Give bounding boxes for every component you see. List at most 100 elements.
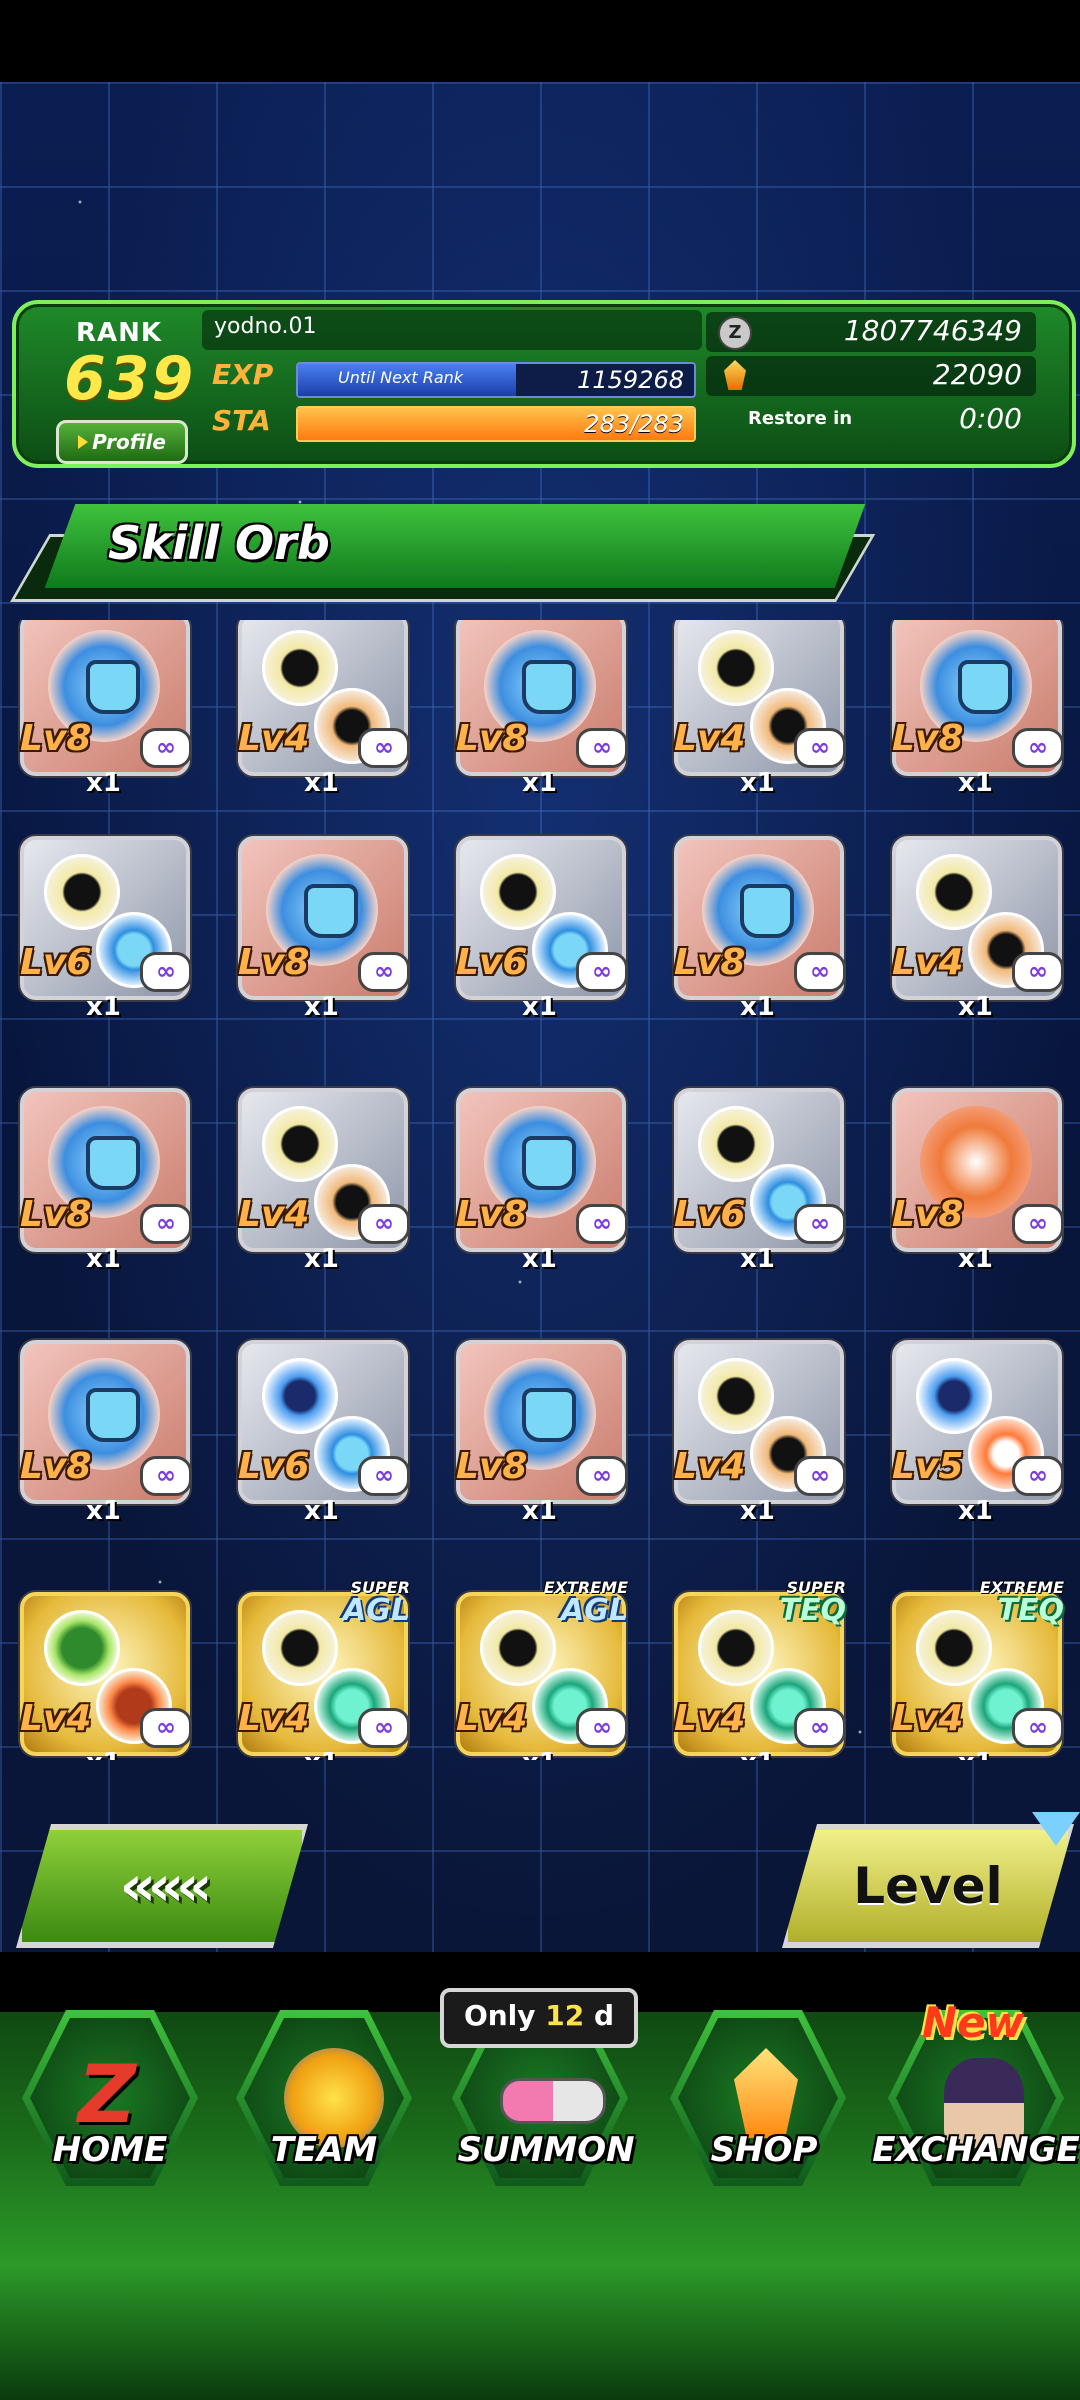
skill-orb-item[interactable]: Lv6 ∞ x1 xyxy=(234,1336,410,1526)
level-sort-button[interactable]: Level xyxy=(782,1824,1074,1948)
skill-orb-item[interactable]: Lv5 ∞ x1 xyxy=(888,1336,1064,1526)
fist-icon xyxy=(262,630,338,706)
fist-icon xyxy=(262,1610,338,1686)
shop-label: SHOP xyxy=(710,2130,818,2170)
orb-level: Lv8 xyxy=(20,718,92,759)
runner-icon xyxy=(916,1358,992,1434)
skill-orb-item[interactable]: Lv4 ∞ x1 xyxy=(670,620,846,798)
infinity-icon: ∞ xyxy=(794,1456,846,1496)
dragon-stone-icon xyxy=(724,360,746,390)
orb-quantity: x1 xyxy=(740,768,775,798)
username: yodno.01 xyxy=(214,314,317,339)
skill-orb-item[interactable]: SUPERAGL Lv4 ∞ x1 xyxy=(234,1578,410,1760)
summon-label: SUMMON xyxy=(457,2130,635,2170)
fist-icon xyxy=(698,630,774,706)
orb-quantity: x1 xyxy=(86,992,121,1022)
infinity-icon: ∞ xyxy=(358,728,410,768)
skill-orb-item[interactable]: Lv8 ∞ x1 xyxy=(16,1084,192,1274)
skill-orb-item[interactable]: Lv4 ∞ x1 xyxy=(234,1084,410,1274)
skill-orb-item[interactable]: EXTREMEAGL Lv4 ∞ x1 xyxy=(452,1578,628,1760)
skill-orb-item[interactable]: Lv8 ∞ x1 xyxy=(888,1084,1064,1274)
skill-orb-item[interactable]: Lv4 ∞ x1 xyxy=(234,620,410,798)
infinity-icon: ∞ xyxy=(1012,1708,1064,1748)
infinity-icon: ∞ xyxy=(1012,1456,1064,1496)
sort-direction-icon[interactable] xyxy=(1032,1812,1080,1846)
infinity-icon: ∞ xyxy=(1012,1204,1064,1244)
orb-quantity: x1 xyxy=(522,1496,557,1526)
gauntlet-icon xyxy=(522,660,576,714)
back-button[interactable]: ««« xyxy=(16,1824,308,1948)
skill-orb-item[interactable]: Lv8 ∞ x1 xyxy=(452,1084,628,1274)
restore-time: 0:00 xyxy=(959,402,1022,435)
orb-quantity: x1 xyxy=(86,768,121,798)
infinity-icon: ∞ xyxy=(140,728,192,768)
stamina-value: 283/283 xyxy=(584,410,684,438)
infinity-icon: ∞ xyxy=(576,952,628,992)
orb-quantity: x1 xyxy=(740,1748,775,1760)
orb-level: Lv8 xyxy=(892,718,964,759)
profile-button[interactable]: Profile xyxy=(56,420,188,464)
skill-orb-item[interactable]: Lv6 ∞ x1 xyxy=(16,832,192,1022)
only-days: 12 xyxy=(545,1999,585,2032)
orb-quantity: x1 xyxy=(86,1244,121,1274)
skill-orb-item[interactable]: Lv6 ∞ x1 xyxy=(670,1084,846,1274)
infinity-icon: ∞ xyxy=(358,952,410,992)
fist-icon xyxy=(44,854,120,930)
page-title: Skill Orb xyxy=(108,516,330,570)
zeni-row: Z 1807746349 xyxy=(706,312,1036,352)
type-tag: SUPER TEQ xyxy=(779,1578,846,1628)
only-suffix: d xyxy=(594,1999,615,2032)
orb-level: Lv4 xyxy=(456,1698,528,1739)
back-arrows: ««« xyxy=(119,1853,212,1919)
orb-quantity: x1 xyxy=(304,1496,339,1526)
infinity-icon: ∞ xyxy=(358,1456,410,1496)
exp-value: 1159268 xyxy=(577,366,684,394)
skill-orb-item[interactable]: Lv8 ∞ x1 xyxy=(670,832,846,1022)
type-tag-type: AGL xyxy=(343,1593,410,1628)
skill-orb-item[interactable]: Lv8 ∞ x1 xyxy=(452,1336,628,1526)
orb-level: Lv4 xyxy=(892,942,964,983)
type-tag-type: TEQ xyxy=(997,1593,1064,1628)
orb-level: Lv6 xyxy=(238,1446,310,1487)
orb-level: Lv8 xyxy=(674,942,746,983)
skill-orb-item[interactable]: Lv8 ∞ x1 xyxy=(452,620,628,798)
orb-quantity: x1 xyxy=(522,992,557,1022)
type-tag-type: AGL xyxy=(561,1593,628,1628)
skill-orb-item[interactable]: Lv4 ∞ x1 xyxy=(16,1588,192,1760)
skill-orb-item[interactable]: Lv8 ∞ x1 xyxy=(888,620,1064,798)
skill-orb-item[interactable]: EXTREMETEQ Lv4 ∞ x1 xyxy=(888,1578,1064,1760)
orb-quantity: x1 xyxy=(86,1496,121,1526)
skill-orb-item[interactable]: Lv8 ∞ x1 xyxy=(16,1336,192,1526)
orb-quantity: x1 xyxy=(740,1496,775,1526)
skill-orb-item[interactable]: Lv8 ∞ x1 xyxy=(16,620,192,798)
orb-level: Lv8 xyxy=(20,1446,92,1487)
gauntlet-icon xyxy=(86,1388,140,1442)
orb-quantity: x1 xyxy=(522,1748,557,1760)
rank-value: 639 xyxy=(64,344,196,414)
orb-level: Lv8 xyxy=(456,1194,528,1235)
orb-quantity: x1 xyxy=(740,1244,775,1274)
infinity-icon: ∞ xyxy=(794,1708,846,1748)
username-box: yodno.01 xyxy=(202,310,702,350)
gauntlet-icon xyxy=(522,1388,576,1442)
skill-orb-item[interactable]: Lv8 ∞ x1 xyxy=(234,832,410,1022)
skill-orb-item[interactable]: Lv6 ∞ x1 xyxy=(452,832,628,1022)
player-status-panel: RANK 639 Profile yodno.01 EXP Until Next… xyxy=(12,300,1076,468)
skill-orb-item[interactable]: SUPERTEQ Lv4 ∞ x1 xyxy=(670,1578,846,1760)
limited-time-badge: Only 12 d xyxy=(440,1988,638,2048)
only-prefix: Only xyxy=(463,1999,536,2032)
skill-orb-item[interactable]: Lv4 ∞ x1 xyxy=(670,1336,846,1526)
gauntlet-icon xyxy=(86,1136,140,1190)
orb-level: Lv8 xyxy=(456,718,528,759)
skill-orb-item[interactable]: Lv4 ∞ x1 xyxy=(888,832,1064,1022)
home-label: HOME xyxy=(52,2130,168,2170)
gauntlet-icon xyxy=(304,884,358,938)
title-banner: Skill Orb xyxy=(10,504,876,602)
orb-level: Lv6 xyxy=(20,942,92,983)
orb-level: Lv4 xyxy=(674,1446,746,1487)
type-tag-type: TEQ xyxy=(779,1593,846,1628)
exp-subtitle: Until Next Rank xyxy=(338,368,464,387)
infinity-icon: ∞ xyxy=(576,728,628,768)
restore-row: Restore in 0:00 xyxy=(706,400,1036,440)
dragon-stones-row[interactable]: 22090 xyxy=(706,356,1036,396)
